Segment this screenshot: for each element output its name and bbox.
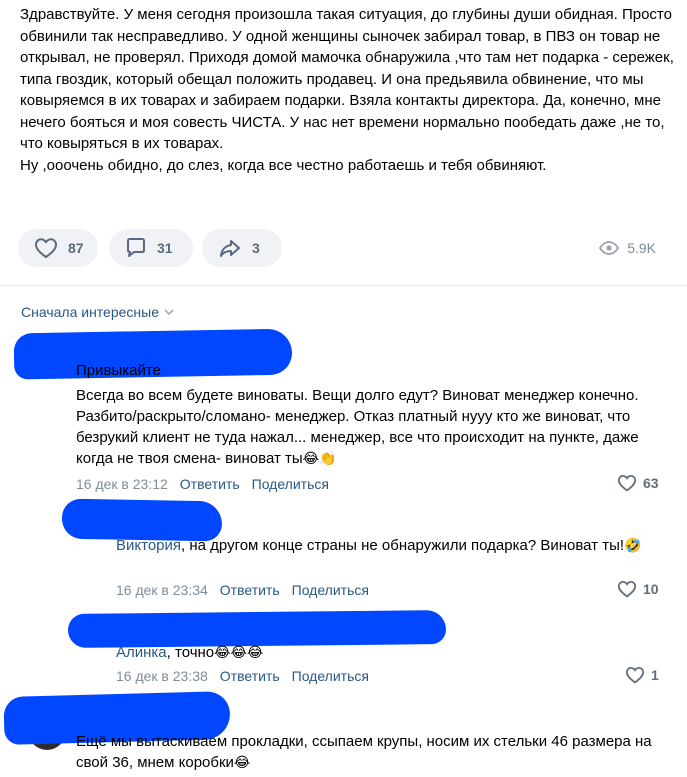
comment-date[interactable]: 16 дек в 23:12 bbox=[76, 476, 168, 492]
reply-link[interactable]: Ответить bbox=[220, 582, 280, 598]
comment-body: , на другом конце страны не обнаружили п… bbox=[181, 537, 625, 554]
share-button[interactable]: 3 bbox=[202, 229, 282, 267]
post-paragraph: Здравствуйте. У меня сегодня произошла т… bbox=[20, 6, 674, 152]
heart-icon bbox=[617, 474, 637, 492]
comment-like-button[interactable]: 63 bbox=[617, 474, 659, 492]
emoji: 😂👏 bbox=[302, 451, 337, 467]
sort-label: Сначала интересные bbox=[21, 304, 159, 320]
post-paragraph: Ну ,ооочень обидно, до слез, когда все ч… bbox=[20, 156, 547, 174]
comment-text: Алинка, точно😂😂😂 bbox=[116, 642, 656, 664]
like-count: 63 bbox=[643, 475, 659, 491]
eye-icon bbox=[599, 241, 620, 255]
like-count: 1 bbox=[651, 667, 659, 683]
reply-to-name[interactable]: Алинка bbox=[116, 644, 167, 661]
like-count: 10 bbox=[643, 581, 659, 597]
emoji: 🤣 bbox=[624, 538, 642, 554]
heart-icon bbox=[617, 580, 637, 598]
post-text: Здравствуйте. У меня сегодня произошла т… bbox=[20, 4, 675, 176]
comment-count: 31 bbox=[157, 240, 173, 256]
divider bbox=[0, 285, 687, 286]
views-counter: 5.9K bbox=[599, 229, 656, 267]
share-link[interactable]: Поделиться bbox=[252, 476, 329, 492]
heart-icon bbox=[35, 238, 57, 258]
share-count: 3 bbox=[252, 240, 260, 256]
comment-icon bbox=[127, 238, 145, 257]
comment-like-button[interactable]: 10 bbox=[617, 580, 659, 598]
comment-body: , точно bbox=[166, 644, 215, 661]
comment-text: Ещё мы вытаскиваем прокладки, ссыпаем кр… bbox=[76, 731, 661, 774]
comment-like-button[interactable]: 1 bbox=[625, 666, 659, 684]
heart-icon bbox=[625, 666, 645, 684]
comment-body: Всегда во всем будете виноваты. Вещи дол… bbox=[76, 387, 639, 467]
like-count: 87 bbox=[68, 240, 84, 256]
emoji: 😂😂😂 bbox=[214, 645, 264, 661]
comment-meta: 16 дек в 23:12 Ответить Поделиться bbox=[76, 476, 329, 492]
comment-meta: 16 дек в 23:34 Ответить Поделиться bbox=[116, 582, 369, 598]
share-link[interactable]: Поделиться bbox=[292, 582, 369, 598]
emoji: 😂 bbox=[233, 755, 251, 771]
sort-dropdown[interactable]: Сначала интересные bbox=[21, 304, 174, 320]
reply-link[interactable]: Ответить bbox=[220, 668, 280, 684]
share-link[interactable]: Поделиться bbox=[292, 668, 369, 684]
share-arrow-icon bbox=[220, 240, 240, 257]
comment-body: Ещё мы вытаскиваем прокладки, ссыпаем кр… bbox=[76, 733, 652, 771]
views-count: 5.9K bbox=[627, 240, 656, 256]
reply-to-name[interactable]: Виктория bbox=[116, 537, 181, 554]
post-actions: 87 31 3 5.9K bbox=[18, 229, 668, 267]
reply-link[interactable]: Ответить bbox=[180, 476, 240, 492]
comment-button[interactable]: 31 bbox=[109, 229, 193, 267]
comment-meta: 16 дек в 23:38 Ответить Поделиться bbox=[116, 668, 369, 684]
comment-text: Виктория, на другом конце страны не обна… bbox=[116, 535, 656, 557]
comment-author[interactable]: Привыкайте bbox=[76, 362, 161, 379]
like-button[interactable]: 87 bbox=[18, 229, 98, 267]
comment-text: Всегда во всем будете виноваты. Вещи дол… bbox=[76, 385, 661, 470]
comment-date[interactable]: 16 дек в 23:38 bbox=[116, 668, 208, 684]
chevron-down-icon bbox=[164, 309, 174, 315]
comment-date[interactable]: 16 дек в 23:34 bbox=[116, 582, 208, 598]
